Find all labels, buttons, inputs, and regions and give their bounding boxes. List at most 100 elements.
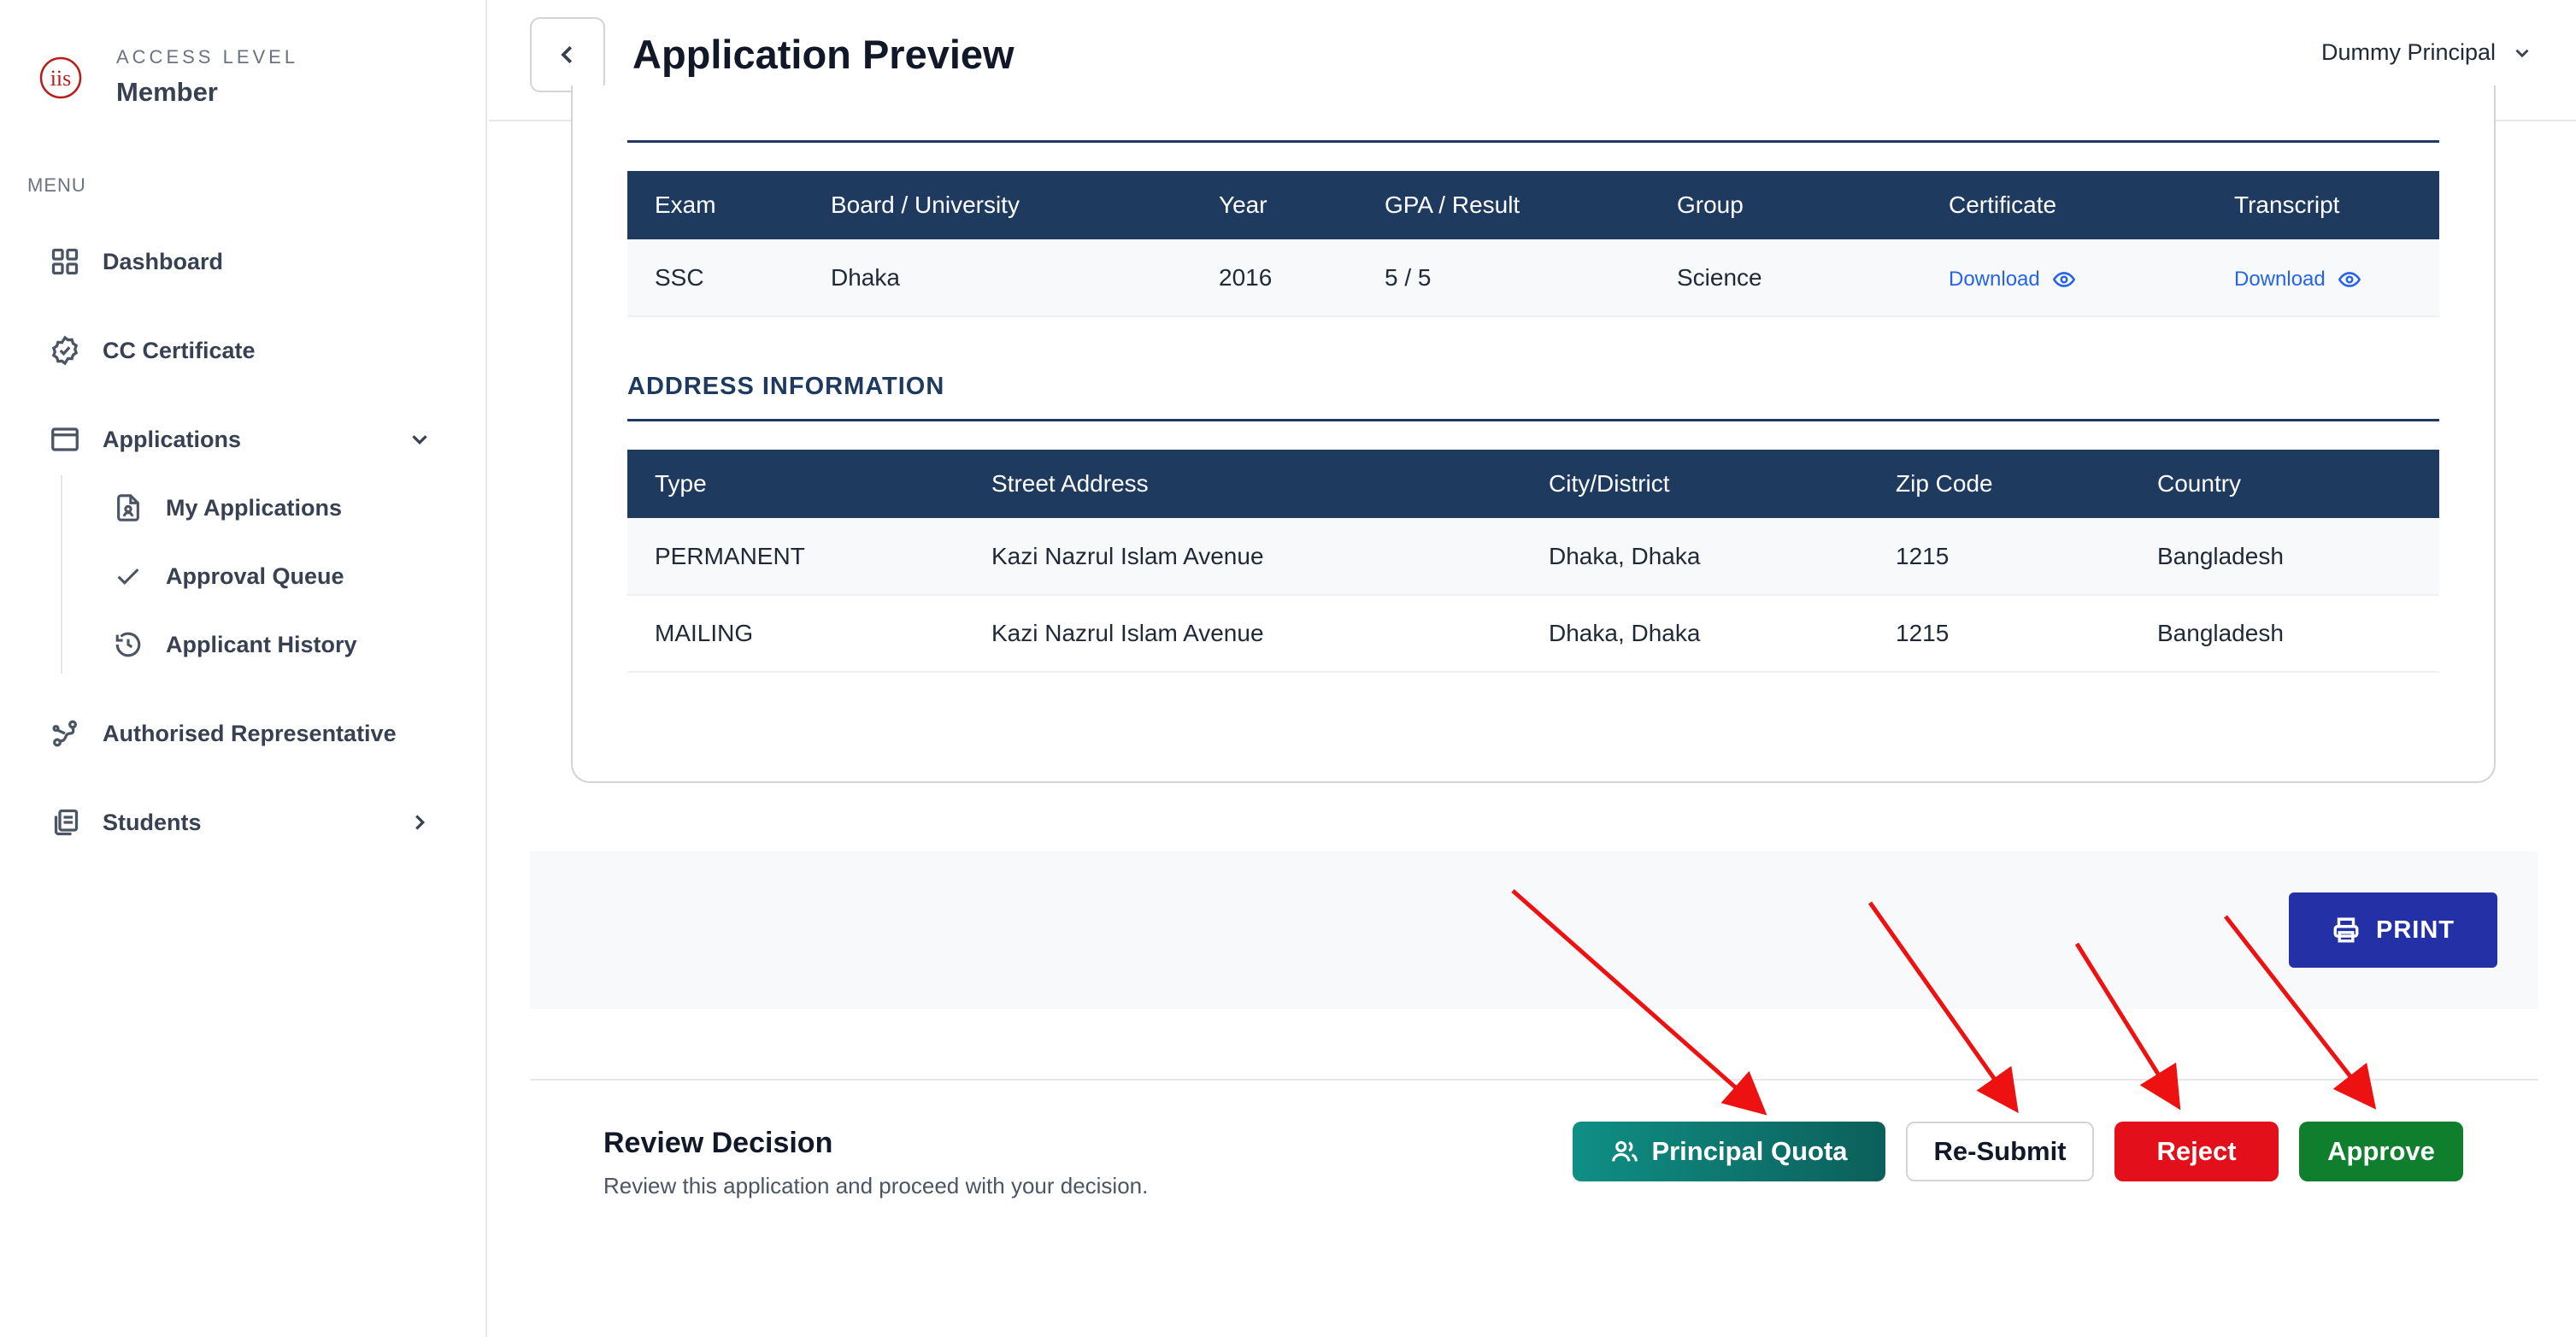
file-user-icon xyxy=(111,491,145,525)
sidebar-item-applicant-history[interactable]: Applicant History xyxy=(111,621,357,668)
cell-country: Bangladesh xyxy=(2130,595,2439,673)
sidebar-item-applications[interactable]: Applications xyxy=(48,414,241,465)
sidebar-item-label: Dashboard xyxy=(103,248,224,274)
column-header: Group xyxy=(1650,171,1921,239)
cell-city: Dhaka, Dhaka xyxy=(1521,518,1868,596)
section-divider xyxy=(627,419,2439,421)
column-header: Board / University xyxy=(803,171,1191,239)
sidebar-item-students[interactable]: Students xyxy=(48,797,202,848)
sidebar-item-cc-certificate[interactable]: CC Certificate xyxy=(48,325,256,376)
sidebar-item-label: Authorised Representative xyxy=(103,720,397,746)
sidebar-item-authorised-representative[interactable]: Authorised Representative xyxy=(48,708,397,759)
access-level-label: ACCESS LEVEL xyxy=(116,46,299,68)
resubmit-button[interactable]: Re-Submit xyxy=(1906,1122,2094,1181)
approve-button[interactable]: Approve xyxy=(2299,1122,2463,1181)
cell-type: PERMANENT xyxy=(627,518,964,596)
column-header: Certificate xyxy=(1921,171,2207,239)
column-header: Type xyxy=(627,450,964,518)
chevron-left-icon xyxy=(561,45,573,64)
cell-exam: SSC xyxy=(627,239,803,317)
user-name: Dummy Principal xyxy=(2320,39,2496,65)
reject-button[interactable]: Reject xyxy=(2114,1122,2279,1181)
sidebar-item-label: Applicant History xyxy=(166,631,357,657)
transcript-download-link[interactable]: Download xyxy=(2234,268,2361,292)
review-title: Review Decision xyxy=(603,1127,833,1159)
cell-gpa: 5 / 5 xyxy=(1357,239,1650,317)
cell-street: Kazi Nazrul Islam Avenue xyxy=(964,518,1521,596)
badge-check-icon xyxy=(48,333,82,368)
print-panel xyxy=(530,851,2538,1009)
route-icon xyxy=(48,716,82,751)
column-header: Country xyxy=(2130,450,2439,518)
column-header: City/District xyxy=(1521,450,1868,518)
download-label: Download xyxy=(1949,267,2040,291)
table-header-row: Type Street Address City/District Zip Co… xyxy=(627,450,2439,518)
button-label: Reject xyxy=(2156,1136,2237,1166)
cell-zip: 1215 xyxy=(1868,595,2130,673)
history-icon xyxy=(111,627,145,662)
chevron-down-icon[interactable] xyxy=(407,427,432,452)
table-row: SSC Dhaka 2016 5 / 5 Science Download Do… xyxy=(627,239,2439,317)
user-menu[interactable]: Dummy Principal xyxy=(2321,39,2533,66)
page-title: Application Preview xyxy=(632,32,1015,77)
download-label: Download xyxy=(2234,267,2326,291)
column-header: Year xyxy=(1191,171,1357,239)
cell-city: Dhaka, Dhaka xyxy=(1521,595,1868,673)
check-icon xyxy=(111,559,145,593)
column-header: Zip Code xyxy=(1868,450,2130,518)
printer-icon xyxy=(2333,917,2359,943)
print-label: PRINT xyxy=(2376,916,2455,944)
principal-quota-button[interactable]: Principal Quota xyxy=(1573,1122,1885,1181)
chevron-down-icon xyxy=(2515,49,2529,57)
sidebar-item-dashboard[interactable]: Dashboard xyxy=(48,236,223,287)
cell-year: 2016 xyxy=(1191,239,1357,317)
eye-icon xyxy=(2338,271,2361,287)
sidebar-item-label: My Applications xyxy=(166,494,343,521)
cell-zip: 1215 xyxy=(1868,518,2130,596)
back-button[interactable] xyxy=(530,17,605,92)
column-header: GPA / Result xyxy=(1357,171,1650,239)
sidebar-item-label: Approval Queue xyxy=(166,562,344,589)
table-row: PERMANENT Kazi Nazrul Islam Avenue Dhaka… xyxy=(627,518,2439,596)
menu-label: MENU xyxy=(27,174,86,196)
column-header: Street Address xyxy=(964,450,1521,518)
sidebar-item-label: Applications xyxy=(103,426,242,452)
chevron-right-icon[interactable] xyxy=(407,810,432,835)
address-section-title: ADDRESS INFORMATION xyxy=(627,373,945,400)
svg-text:iis: iis xyxy=(50,66,72,91)
review-subtitle: Review this application and proceed with… xyxy=(603,1173,1149,1199)
print-button[interactable]: PRINT xyxy=(2289,892,2497,968)
section-divider xyxy=(627,140,2439,143)
cell-street: Kazi Nazrul Islam Avenue xyxy=(964,595,1521,673)
window-icon xyxy=(48,422,82,456)
address-table: Type Street Address City/District Zip Co… xyxy=(627,450,2439,673)
cell-type: MAILING xyxy=(627,595,964,673)
cell-group: Science xyxy=(1650,239,1921,317)
sidebar-item-label: CC Certificate xyxy=(103,337,256,363)
sidebar-item-label: Students xyxy=(103,809,202,835)
button-label: Re-Submit xyxy=(1933,1136,2067,1166)
sidebar-item-my-applications[interactable]: My Applications xyxy=(111,484,342,532)
education-table: Exam Board / University Year GPA / Resul… xyxy=(627,171,2439,317)
review-divider xyxy=(530,1079,2538,1081)
users-icon xyxy=(1612,1140,1638,1162)
access-level-value: Member xyxy=(116,77,218,107)
sidebar: iis ACCESS LEVEL Member MENU Dashboard C… xyxy=(0,0,487,1337)
iis-logo: iis xyxy=(38,55,84,101)
table-row: MAILING Kazi Nazrul Islam Avenue Dhaka, … xyxy=(627,595,2439,673)
cell-certificate: Download xyxy=(1921,239,2207,317)
button-label: Approve xyxy=(2327,1136,2435,1166)
eye-icon xyxy=(2052,271,2075,287)
certificate-download-link[interactable]: Download xyxy=(1949,268,2076,292)
submenu-line xyxy=(61,475,62,674)
column-header: Exam xyxy=(627,171,803,239)
button-label: Principal Quota xyxy=(1651,1136,1848,1166)
grid-icon xyxy=(48,244,82,279)
sidebar-item-approval-queue[interactable]: Approval Queue xyxy=(111,552,344,600)
column-header: Transcript xyxy=(2207,171,2439,239)
copy-icon xyxy=(48,805,82,839)
table-header-row: Exam Board / University Year GPA / Resul… xyxy=(627,171,2439,239)
cell-transcript: Download xyxy=(2207,239,2439,317)
cell-board: Dhaka xyxy=(803,239,1191,317)
cell-country: Bangladesh xyxy=(2130,518,2439,596)
